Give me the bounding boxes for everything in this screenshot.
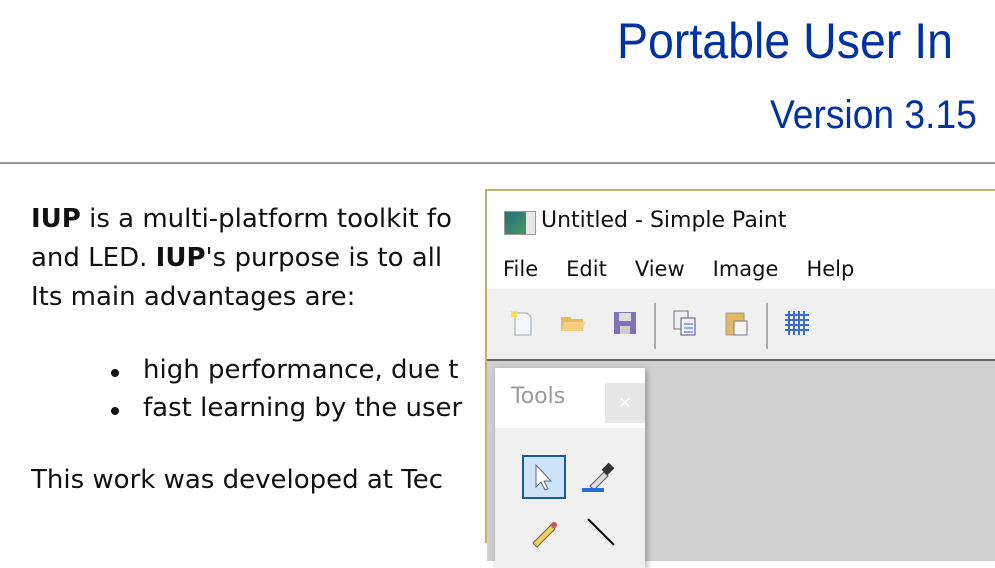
intro-paragraph: IUP is a multi-platform toolkit fo and LE… (31, 200, 452, 317)
iup-bold: IUP (31, 204, 81, 234)
toolbar-separator (654, 303, 656, 349)
simple-paint-window: Untitled - Simple Paint File Edit View I… (485, 189, 995, 568)
copy-icon[interactable] (671, 309, 699, 337)
eyedropper-tool-icon[interactable] (580, 458, 620, 498)
grid-icon[interactable] (783, 309, 811, 337)
save-icon[interactable] (611, 309, 639, 337)
paragraph: This work was developed at Tec (31, 465, 444, 495)
list-item: fast learning by the user (110, 393, 463, 423)
tools-title: Tools (511, 384, 566, 409)
app-icon (504, 211, 536, 235)
menu-help[interactable]: Help (806, 257, 854, 281)
pointer-tool-button[interactable] (522, 455, 566, 499)
pointer-icon (535, 463, 553, 491)
text: and LED. (31, 243, 156, 273)
window-title: Untitled - Simple Paint (541, 208, 787, 233)
list-item: high performance, due t (110, 355, 459, 385)
close-icon[interactable]: × (605, 383, 645, 423)
menu-image[interactable]: Image (713, 257, 779, 281)
line-tool-icon[interactable] (580, 513, 620, 553)
text: is a multi-platform toolkit fo (80, 204, 452, 234)
page-title: Portable User In (617, 13, 953, 69)
version-heading: Version 3.15 (770, 93, 977, 137)
menu-file[interactable]: File (503, 257, 538, 281)
menu-bar: File Edit View Image Help (487, 257, 866, 281)
paste-icon[interactable] (723, 309, 751, 337)
toolbar (487, 289, 995, 361)
toolbar-separator (766, 303, 768, 349)
new-file-icon[interactable] (507, 309, 535, 337)
menu-view[interactable]: View (635, 257, 685, 281)
text: Its main advantages are: (31, 282, 356, 312)
iup-bold: IUP (155, 243, 206, 273)
text: 's purpose is to all (205, 243, 443, 273)
menu-edit[interactable]: Edit (566, 257, 607, 281)
pencil-tool-icon[interactable] (525, 513, 565, 553)
tools-panel: Tools × (495, 368, 645, 568)
open-folder-icon[interactable] (559, 309, 587, 337)
divider (0, 162, 995, 164)
